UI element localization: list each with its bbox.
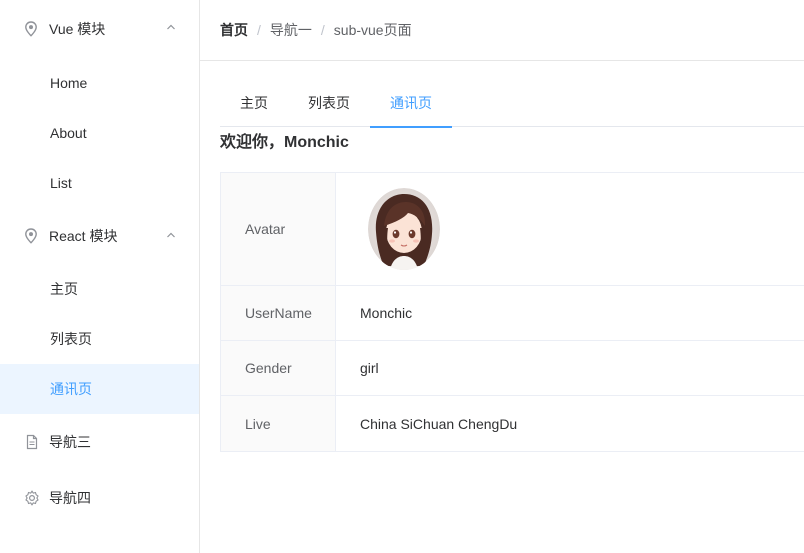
sidebar-item-label: 主页 (50, 281, 78, 297)
gear-icon (24, 490, 40, 506)
chevron-up-icon (165, 229, 177, 241)
sidebar-item-label: 导航三 (49, 434, 91, 450)
breadcrumb-item-home[interactable]: 首页 (220, 20, 248, 40)
tab-home[interactable]: 主页 (220, 82, 288, 127)
breadcrumb-item-current: sub-vue页面 (333, 22, 412, 38)
menu-group-vue[interactable]: Vue 模块 (0, 0, 199, 58)
menu-group-react[interactable]: React 模块 (0, 208, 199, 264)
sidebar-item-label: About (50, 125, 87, 141)
breadcrumb-separator: / (257, 22, 261, 38)
profile-descriptions: Avatar UserName Monchic Gender girl Live… (220, 172, 804, 452)
welcome-heading: 欢迎你，Monchic (220, 134, 349, 151)
live-label: Live (221, 396, 336, 451)
sidebar-item-contact[interactable]: 通讯页 (0, 364, 199, 414)
location-pin-icon (22, 227, 40, 245)
breadcrumb-separator: / (320, 22, 325, 38)
gender-value: girl (360, 360, 379, 376)
table-row: Live China SiChuan ChengDu (221, 396, 804, 451)
tab-list[interactable]: 列表页 (288, 82, 370, 127)
sidebar-item-list[interactable]: List (0, 158, 199, 208)
sidebar-item-home[interactable]: Home (0, 58, 199, 108)
sidebar-item-label: 导航四 (49, 490, 91, 506)
tab-contact[interactable]: 通讯页 (370, 82, 452, 128)
sidebar-item-list-cn[interactable]: 列表页 (0, 314, 199, 364)
chevron-up-icon (165, 21, 177, 33)
live-value: China SiChuan ChengDu (360, 415, 518, 432)
avatar-label: Avatar (221, 173, 336, 285)
gender-label: Gender (221, 341, 336, 395)
document-icon (24, 434, 40, 450)
sidebar-item-label: 通讯页 (50, 381, 92, 397)
sidebar-item-about[interactable]: About (0, 108, 199, 158)
sidebar-item-label: 列表页 (50, 331, 92, 347)
avatar (368, 188, 440, 270)
tab-bar: 主页 列表页 通讯页 (220, 82, 804, 128)
sidebar-item-home-cn[interactable]: 主页 (0, 264, 199, 314)
sidebar-item-label: List (50, 175, 72, 191)
sidebar: Vue 模块 Home About List React 模块 主页 列表页 通… (0, 0, 200, 553)
location-pin-icon (22, 20, 40, 38)
table-row: Gender girl (221, 341, 804, 396)
sidebar-item-label: Home (50, 75, 88, 91)
table-row: Avatar (221, 173, 804, 286)
sidebar-item-nav4[interactable]: 导航四 (0, 470, 199, 526)
username-label: UserName (221, 286, 336, 340)
username-value: Monchic (360, 305, 413, 321)
menu-group-vue-label: Vue 模块 (49, 21, 106, 37)
sidebar-item-nav3[interactable]: 导航三 (0, 414, 199, 470)
breadcrumb-item-nav1: 导航一 (269, 22, 312, 38)
table-row: UserName Monchic (221, 286, 804, 341)
menu-group-react-label: React 模块 (49, 228, 118, 244)
breadcrumb: 首页 / 导航一 / sub-vue页面 (200, 0, 804, 61)
